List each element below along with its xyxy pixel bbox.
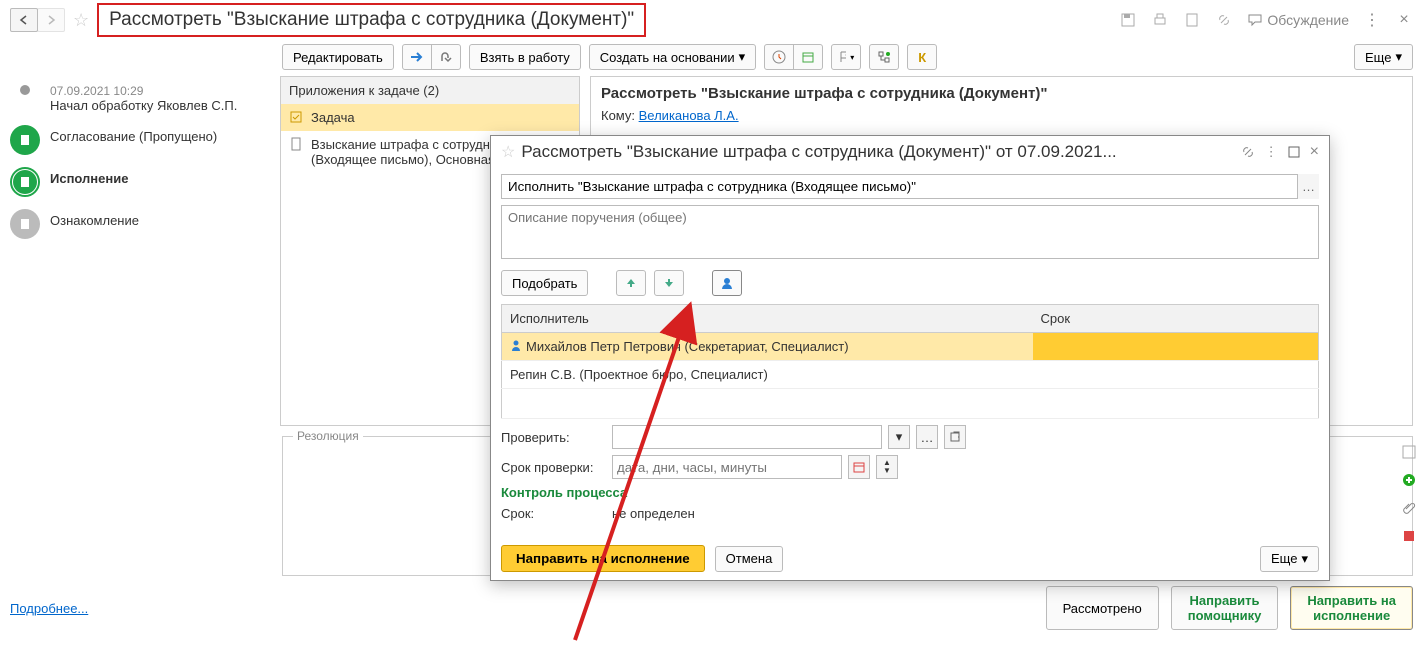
cancel-button[interactable]: Отмена <box>715 546 784 572</box>
person-icon <box>510 339 522 351</box>
redirect-button[interactable] <box>431 44 461 70</box>
step-approval-icon <box>10 125 40 155</box>
send-execution-button[interactable]: Направить на исполнение <box>501 545 705 572</box>
process-sidebar: 07.09.2021 10:29 Начал обработку Яковлев… <box>10 76 270 426</box>
attachment-item[interactable]: Задача <box>281 104 579 131</box>
link-icon[interactable] <box>1215 11 1233 29</box>
step-label: Согласование (Пропущено) <box>50 129 217 144</box>
to-label: Кому: <box>601 108 639 123</box>
dialog-star-icon[interactable]: ☆ <box>501 142 515 162</box>
step-dot-icon <box>20 85 30 95</box>
page-title: Рассмотреть "Взыскание штрафа с сотрудни… <box>97 3 646 37</box>
add-person-button[interactable] <box>712 270 742 296</box>
table-row[interactable]: Репин С.В. (Проектное бюро, Специалист) <box>502 361 1319 389</box>
nav-forward-button[interactable] <box>37 8 65 32</box>
check-dropdown-button[interactable]: ▾ <box>888 425 910 449</box>
step-label: Исполнение <box>50 171 128 186</box>
step-execution-icon <box>10 167 40 197</box>
close-page-icon[interactable]: × <box>1395 11 1413 29</box>
tree-icon-button[interactable] <box>869 44 899 70</box>
main-panel-title: Рассмотреть "Взыскание штрафа с сотрудни… <box>601 85 1402 102</box>
exec-role: (Секретариат, Специалист) <box>681 339 849 354</box>
favorite-star-icon[interactable]: ☆ <box>73 10 89 31</box>
more-link[interactable]: Подробнее... <box>10 601 88 616</box>
control-process-label: Контроль процесса <box>501 485 1319 500</box>
task-name-dots-button[interactable]: … <box>1297 174 1319 199</box>
dialog-more-button[interactable]: Еще ▾ <box>1260 546 1319 572</box>
dialog-kebab-icon[interactable]: ⋮ <box>1265 144 1278 160</box>
calendar-icon-button[interactable] <box>793 44 823 70</box>
check-dots-button[interactable]: … <box>916 425 938 449</box>
to-link[interactable]: Великанова Л.А. <box>639 108 739 123</box>
attach-icon[interactable] <box>1401 500 1419 518</box>
step-date: 07.09.2021 10:29 <box>50 84 237 98</box>
send-to-assistant-button[interactable]: Направитьпомощнику <box>1171 586 1279 630</box>
right-side-strip <box>1397 440 1423 550</box>
more-button[interactable]: Еще ▾ <box>1354 44 1413 70</box>
k-icon-button[interactable]: К <box>907 44 937 70</box>
exec-deadline-cell[interactable] <box>1033 361 1319 389</box>
step-label: Ознакомление <box>50 213 139 228</box>
dialog-link-icon[interactable] <box>1241 145 1255 159</box>
dialog-maximize-icon[interactable] <box>1288 146 1300 158</box>
discuss-button[interactable]: Обсуждение <box>1247 12 1349 28</box>
exec-name: Репин С.В. (Проектное бюро, Специалист) <box>502 361 1033 389</box>
check-deadline-input[interactable] <box>612 455 842 479</box>
discuss-label: Обсуждение <box>1267 12 1349 28</box>
report-icon[interactable] <box>1183 11 1201 29</box>
execution-dialog: ☆ Рассмотреть "Взыскание штрафа с сотруд… <box>490 135 1330 581</box>
reviewed-button[interactable]: Рассмотрено <box>1046 586 1159 630</box>
check-input[interactable] <box>612 425 882 449</box>
executors-table: Исполнитель Срок Михайлов Петр Петрович … <box>501 304 1319 419</box>
exec-deadline-cell[interactable] <box>1033 333 1319 361</box>
stepper-button[interactable]: ▲▼ <box>876 455 898 479</box>
create-based-button[interactable]: Создать на основании ▾ <box>589 44 756 70</box>
flag-strip-icon[interactable] <box>1401 528 1419 546</box>
kebab-menu-icon[interactable]: ⋮ <box>1363 11 1381 29</box>
print-icon[interactable] <box>1151 11 1169 29</box>
note-icon[interactable] <box>1401 444 1419 462</box>
clock-icon-button[interactable] <box>764 44 794 70</box>
check-label: Проверить: <box>501 430 606 445</box>
exec-name: Михайлов Петр Петрович <box>526 339 681 354</box>
deadline-value: не определен <box>612 506 695 521</box>
check-open-button[interactable] <box>944 425 966 449</box>
table-row[interactable]: Михайлов Петр Петрович (Секретариат, Спе… <box>502 333 1319 361</box>
select-executor-button[interactable]: Подобрать <box>501 270 588 296</box>
task-name-input[interactable] <box>501 174 1319 199</box>
description-textarea[interactable] <box>501 205 1319 259</box>
chevron-down-icon: ▾ <box>1395 49 1402 65</box>
document-icon <box>289 137 305 151</box>
calendar-button[interactable] <box>848 455 870 479</box>
attachment-label: Задача <box>311 110 355 125</box>
forward-arrow-button[interactable] <box>402 44 432 70</box>
deadline-label: Срок: <box>501 506 606 521</box>
attachments-header: Приложения к задаче (2) <box>281 77 579 104</box>
nav-back-button[interactable] <box>10 8 38 32</box>
edit-button[interactable]: Редактировать <box>282 44 394 70</box>
step-text: Начал обработку Яковлев С.П. <box>50 98 237 113</box>
move-down-button[interactable] <box>654 270 684 296</box>
flag-button[interactable]: ▾ <box>831 44 861 70</box>
dialog-title: Рассмотреть "Взыскание штрафа с сотрудни… <box>521 142 1240 162</box>
check-deadline-label: Срок проверки: <box>501 460 606 475</box>
col-deadline: Срок <box>1033 305 1319 333</box>
resolution-label: Резолюция <box>293 429 363 443</box>
step-review-icon <box>10 209 40 239</box>
add-icon[interactable] <box>1401 472 1419 490</box>
save-icon[interactable] <box>1119 11 1137 29</box>
move-up-button[interactable] <box>616 270 646 296</box>
chevron-down-icon: ▾ <box>739 49 746 65</box>
col-executor: Исполнитель <box>502 305 1033 333</box>
task-icon <box>289 110 305 124</box>
dialog-close-icon[interactable]: × <box>1310 143 1319 161</box>
send-to-execution-button[interactable]: Направить наисполнение <box>1290 586 1413 630</box>
take-to-work-button[interactable]: Взять в работу <box>469 44 581 70</box>
